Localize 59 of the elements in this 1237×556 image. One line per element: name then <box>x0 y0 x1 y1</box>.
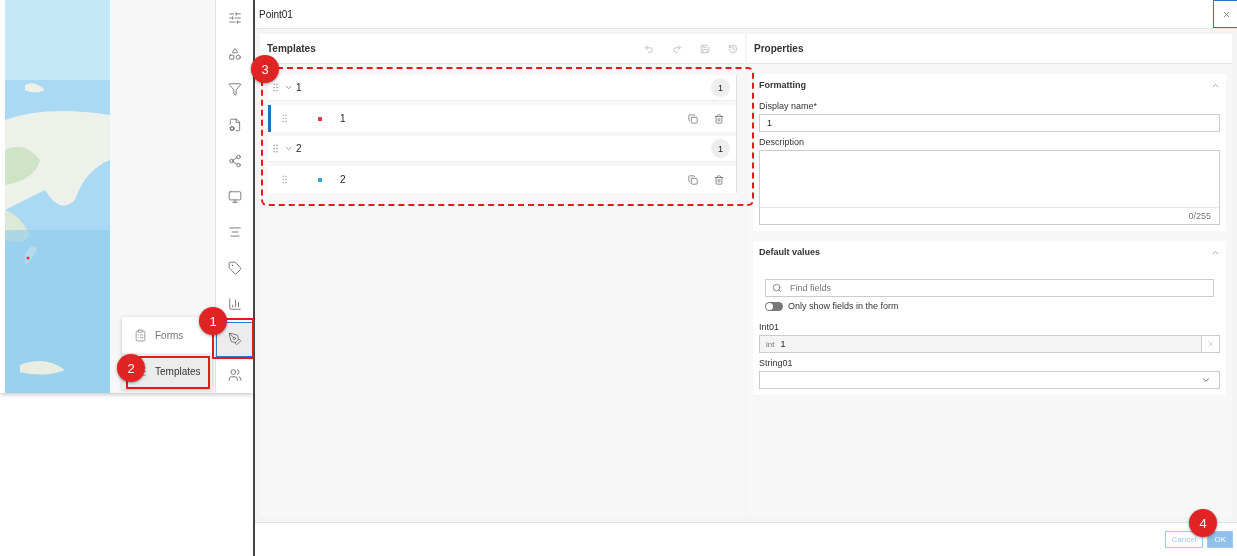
drag-handle-icon[interactable] <box>279 174 290 185</box>
section-title: Formatting <box>759 80 806 90</box>
align-icon <box>227 225 242 240</box>
template-item-row[interactable]: 2 <box>268 166 736 193</box>
properties-title: Properties <box>754 43 804 54</box>
template-label: 1 <box>340 113 346 124</box>
display-name-field[interactable]: 1 <box>759 114 1220 132</box>
template-group-row[interactable]: 1 1 <box>268 75 736 101</box>
monitor-icon <box>227 189 242 204</box>
number-field[interactable]: int 1 <box>759 335 1220 353</box>
field-label: String01 <box>759 358 794 368</box>
pen-icon <box>227 332 242 347</box>
chevron-down-icon <box>1201 375 1211 385</box>
template-group-row[interactable]: 2 1 <box>268 136 736 162</box>
description-field[interactable]: 0/255 <box>759 150 1220 225</box>
layer-settings-icon <box>227 118 242 133</box>
close-button[interactable] <box>1213 0 1237 28</box>
sliders-icon <box>227 10 242 25</box>
filter-icon <box>227 82 242 97</box>
select-field[interactable] <box>759 371 1220 389</box>
drag-handle-icon[interactable] <box>270 82 281 93</box>
chart-icon <box>227 296 242 311</box>
chevron-down-icon[interactable] <box>284 83 293 92</box>
delete-icon[interactable] <box>714 174 724 185</box>
delete-icon[interactable] <box>714 113 724 124</box>
people-icon <box>227 368 242 383</box>
count-badge: 1 <box>711 139 730 158</box>
chevron-down-icon[interactable] <box>284 144 293 153</box>
drag-handle-icon[interactable] <box>279 113 290 124</box>
drag-handle-icon[interactable] <box>270 143 281 154</box>
undo-icon[interactable] <box>644 43 654 54</box>
templates-title: Templates <box>267 43 316 54</box>
count-badge: 1 <box>711 78 730 97</box>
form-icon <box>134 328 147 342</box>
pen-tool[interactable] <box>215 321 254 358</box>
dialog-title: Point01 <box>259 8 293 20</box>
duplicate-icon[interactable] <box>688 174 698 185</box>
group-label: 2 <box>296 143 302 154</box>
search-field[interactable]: Find fields <box>765 279 1214 297</box>
duplicate-icon[interactable] <box>688 113 698 124</box>
clear-icon[interactable] <box>1206 340 1215 348</box>
template-label: 2 <box>340 174 346 185</box>
search-icon <box>772 283 782 293</box>
nodes-icon <box>227 153 242 168</box>
history-icon[interactable] <box>728 43 738 54</box>
toggle-label: Only show fields in the form <box>788 301 899 311</box>
field-label: Display name* <box>759 101 819 111</box>
shapes-icon <box>227 46 242 61</box>
save-icon[interactable] <box>700 43 710 54</box>
close-icon <box>1221 9 1231 19</box>
field-label: Description <box>759 137 806 147</box>
template-item-row[interactable]: 1 <box>268 105 736 132</box>
section-title: Default values <box>759 247 821 257</box>
tag-icon <box>227 261 242 275</box>
toggle-switch[interactable] <box>765 301 783 311</box>
redo-icon[interactable] <box>672 43 682 54</box>
character-counter: 0/255 <box>1187 210 1212 223</box>
group-label: 1 <box>296 82 302 93</box>
field-label: Int01 <box>759 322 781 332</box>
